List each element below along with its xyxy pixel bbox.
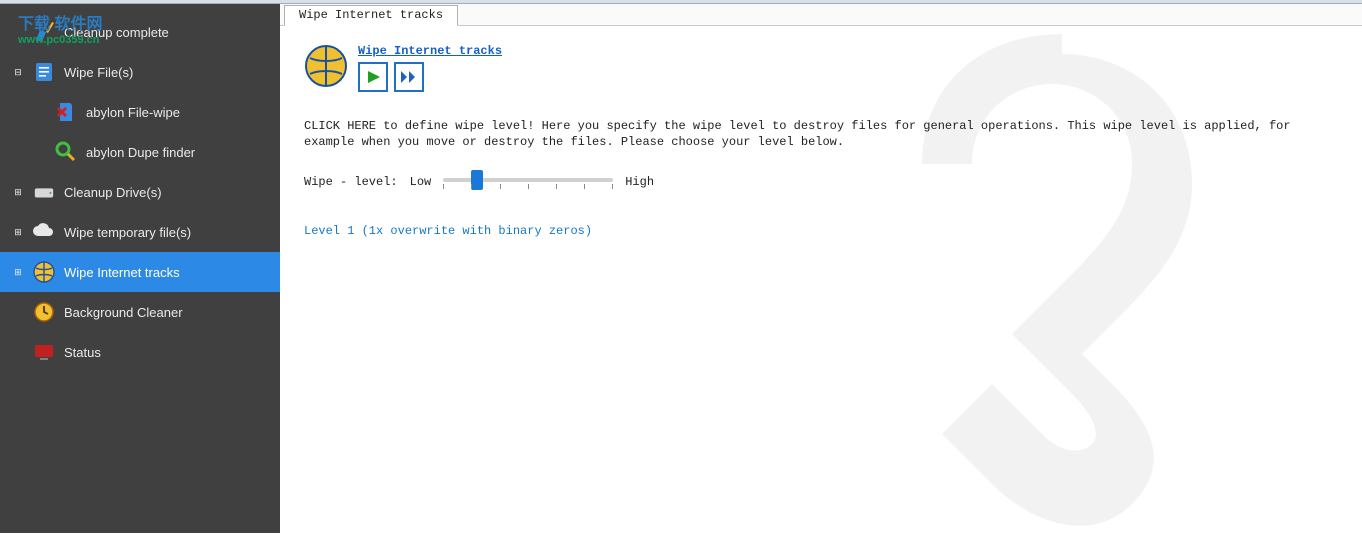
- broom-icon: [30, 18, 58, 46]
- low-label: Low: [410, 175, 432, 189]
- file-icon: [30, 58, 58, 86]
- sidebar-item-label: Wipe File(s): [64, 65, 133, 80]
- tab-bar: Wipe Internet tracks: [280, 4, 1362, 26]
- heading-link[interactable]: Wipe Internet tracks: [358, 44, 502, 58]
- tab-wipe-internet-tracks[interactable]: Wipe Internet tracks: [284, 5, 458, 26]
- clock-icon: [30, 298, 58, 326]
- sidebar-item-label: Status: [64, 345, 101, 360]
- play-button[interactable]: [358, 62, 388, 92]
- sidebar-item-wipe-internet-tracks[interactable]: ⊞ Wipe Internet tracks: [0, 252, 280, 292]
- sidebar: Cleanup complete ⊟ Wipe File(s) abylon F…: [0, 4, 280, 533]
- sidebar-item-label: Background Cleaner: [64, 305, 183, 320]
- expand-icon[interactable]: ⊞: [12, 227, 24, 238]
- play-icon: [365, 69, 381, 85]
- file-wipe-icon: [52, 98, 80, 126]
- sidebar-item-label: abylon Dupe finder: [86, 145, 195, 160]
- sidebar-item-abylon-dupe-finder[interactable]: abylon Dupe finder: [0, 132, 280, 172]
- globe-icon: [304, 44, 348, 88]
- main-panel: Wipe Internet tracks Wipe Internet track…: [280, 4, 1362, 533]
- globe-icon: [30, 258, 58, 286]
- sidebar-item-label: Wipe Internet tracks: [64, 265, 180, 280]
- double-chevron-icon: [400, 69, 418, 85]
- wipe-level-label: Wipe - level:: [304, 175, 398, 189]
- wipe-level-slider[interactable]: [443, 170, 613, 194]
- high-label: High: [625, 175, 654, 189]
- sidebar-item-cleanup-drives[interactable]: ⊞ Cleanup Drive(s): [0, 172, 280, 212]
- sidebar-item-wipe-temp-files[interactable]: ⊞ Wipe temporary file(s): [0, 212, 280, 252]
- sidebar-item-label: Wipe temporary file(s): [64, 225, 191, 240]
- next-button[interactable]: [394, 62, 424, 92]
- sidebar-item-status[interactable]: Status: [0, 332, 280, 372]
- sidebar-item-cleanup-complete[interactable]: Cleanup complete: [0, 12, 280, 52]
- dupe-finder-icon: [52, 138, 80, 166]
- drive-icon: [30, 178, 58, 206]
- sidebar-item-label: Cleanup complete: [64, 25, 169, 40]
- sidebar-item-label: Cleanup Drive(s): [64, 185, 162, 200]
- sidebar-item-label: abylon File-wipe: [86, 105, 180, 120]
- sidebar-item-abylon-file-wipe[interactable]: abylon File-wipe: [0, 92, 280, 132]
- cloud-icon: [30, 218, 58, 246]
- sidebar-item-background-cleaner[interactable]: Background Cleaner: [0, 292, 280, 332]
- monitor-icon: [30, 338, 58, 366]
- expand-icon[interactable]: ⊞: [12, 187, 24, 198]
- sidebar-item-wipe-files[interactable]: ⊟ Wipe File(s): [0, 52, 280, 92]
- collapse-icon[interactable]: ⊟: [12, 67, 24, 78]
- level-description: Level 1 (1x overwrite with binary zeros): [304, 224, 1338, 238]
- expand-icon[interactable]: ⊞: [12, 267, 24, 278]
- description-text: CLICK HERE to define wipe level! Here yo…: [304, 118, 1338, 150]
